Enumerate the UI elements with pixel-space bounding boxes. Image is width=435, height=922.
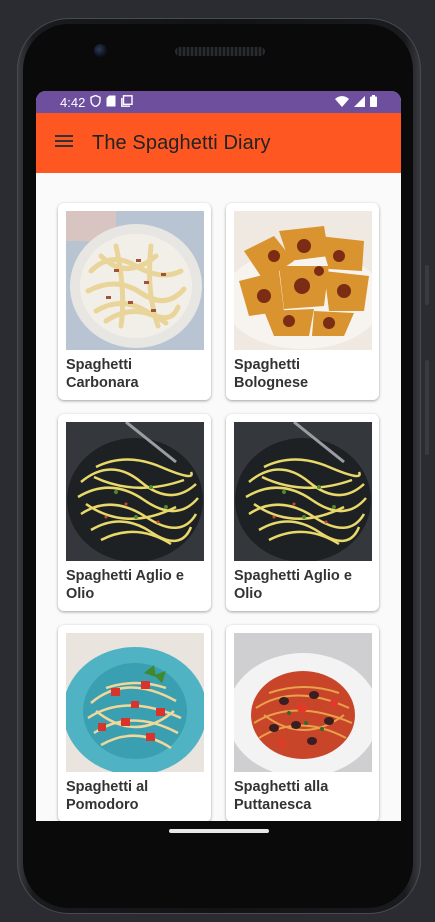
recipe-image [66, 633, 204, 772]
recipe-card[interactable]: Spaghetti Aglio e Olio [226, 414, 379, 611]
app-title: The Spaghetti Diary [92, 131, 271, 154]
recipe-grid: Spaghetti Carbonara Spaghetti Bolognese … [58, 203, 380, 821]
recipe-card[interactable]: Spaghetti Aglio e Olio [58, 414, 211, 611]
home-gesture-bar[interactable] [169, 829, 269, 833]
screenshot-icon [121, 94, 134, 110]
recipe-title: Spaghetti al Pomodoro [66, 779, 149, 813]
recipe-card[interactable]: Spaghetti Carbonara [58, 203, 211, 400]
recipe-title: Spaghetti alla Puttanesca [234, 779, 329, 813]
recipe-list[interactable]: Spaghetti Carbonara Spaghetti Bolognese … [36, 173, 401, 821]
recipe-image [66, 211, 204, 350]
recipe-title: Spaghetti Aglio e Olio [66, 568, 184, 602]
status-bar: 4:42 [36, 91, 401, 113]
front-camera [94, 44, 107, 57]
recipe-card[interactable]: Spaghetti Bolognese [226, 203, 379, 400]
battery-icon [370, 94, 377, 110]
app-screen: 4:42 The Spaghetti Diary Spaghetti Carbo… [36, 91, 401, 821]
recipe-image [234, 211, 372, 350]
status-time: 4:42 [60, 94, 86, 110]
recipe-title: Spaghetti Carbonara [66, 357, 139, 391]
power-button [425, 360, 429, 455]
recipe-card[interactable]: Spaghetti alla Puttanesca [226, 625, 379, 821]
sd-card-icon [106, 95, 116, 110]
recipe-title: Spaghetti Bolognese [234, 357, 309, 391]
wifi-icon [335, 95, 349, 110]
recipe-image [234, 633, 372, 772]
recipe-card[interactable]: Spaghetti al Pomodoro [58, 625, 211, 821]
menu-icon [55, 134, 73, 152]
volume-button [425, 265, 429, 305]
menu-button[interactable] [36, 113, 92, 173]
recipe-image [234, 422, 372, 561]
recipe-image [66, 422, 204, 561]
app-bar: The Spaghetti Diary [36, 113, 401, 173]
earpiece-speaker [175, 47, 265, 56]
shield-icon [90, 94, 102, 110]
recipe-title: Spaghetti Aglio e Olio [234, 568, 352, 602]
signal-icon [354, 95, 365, 110]
